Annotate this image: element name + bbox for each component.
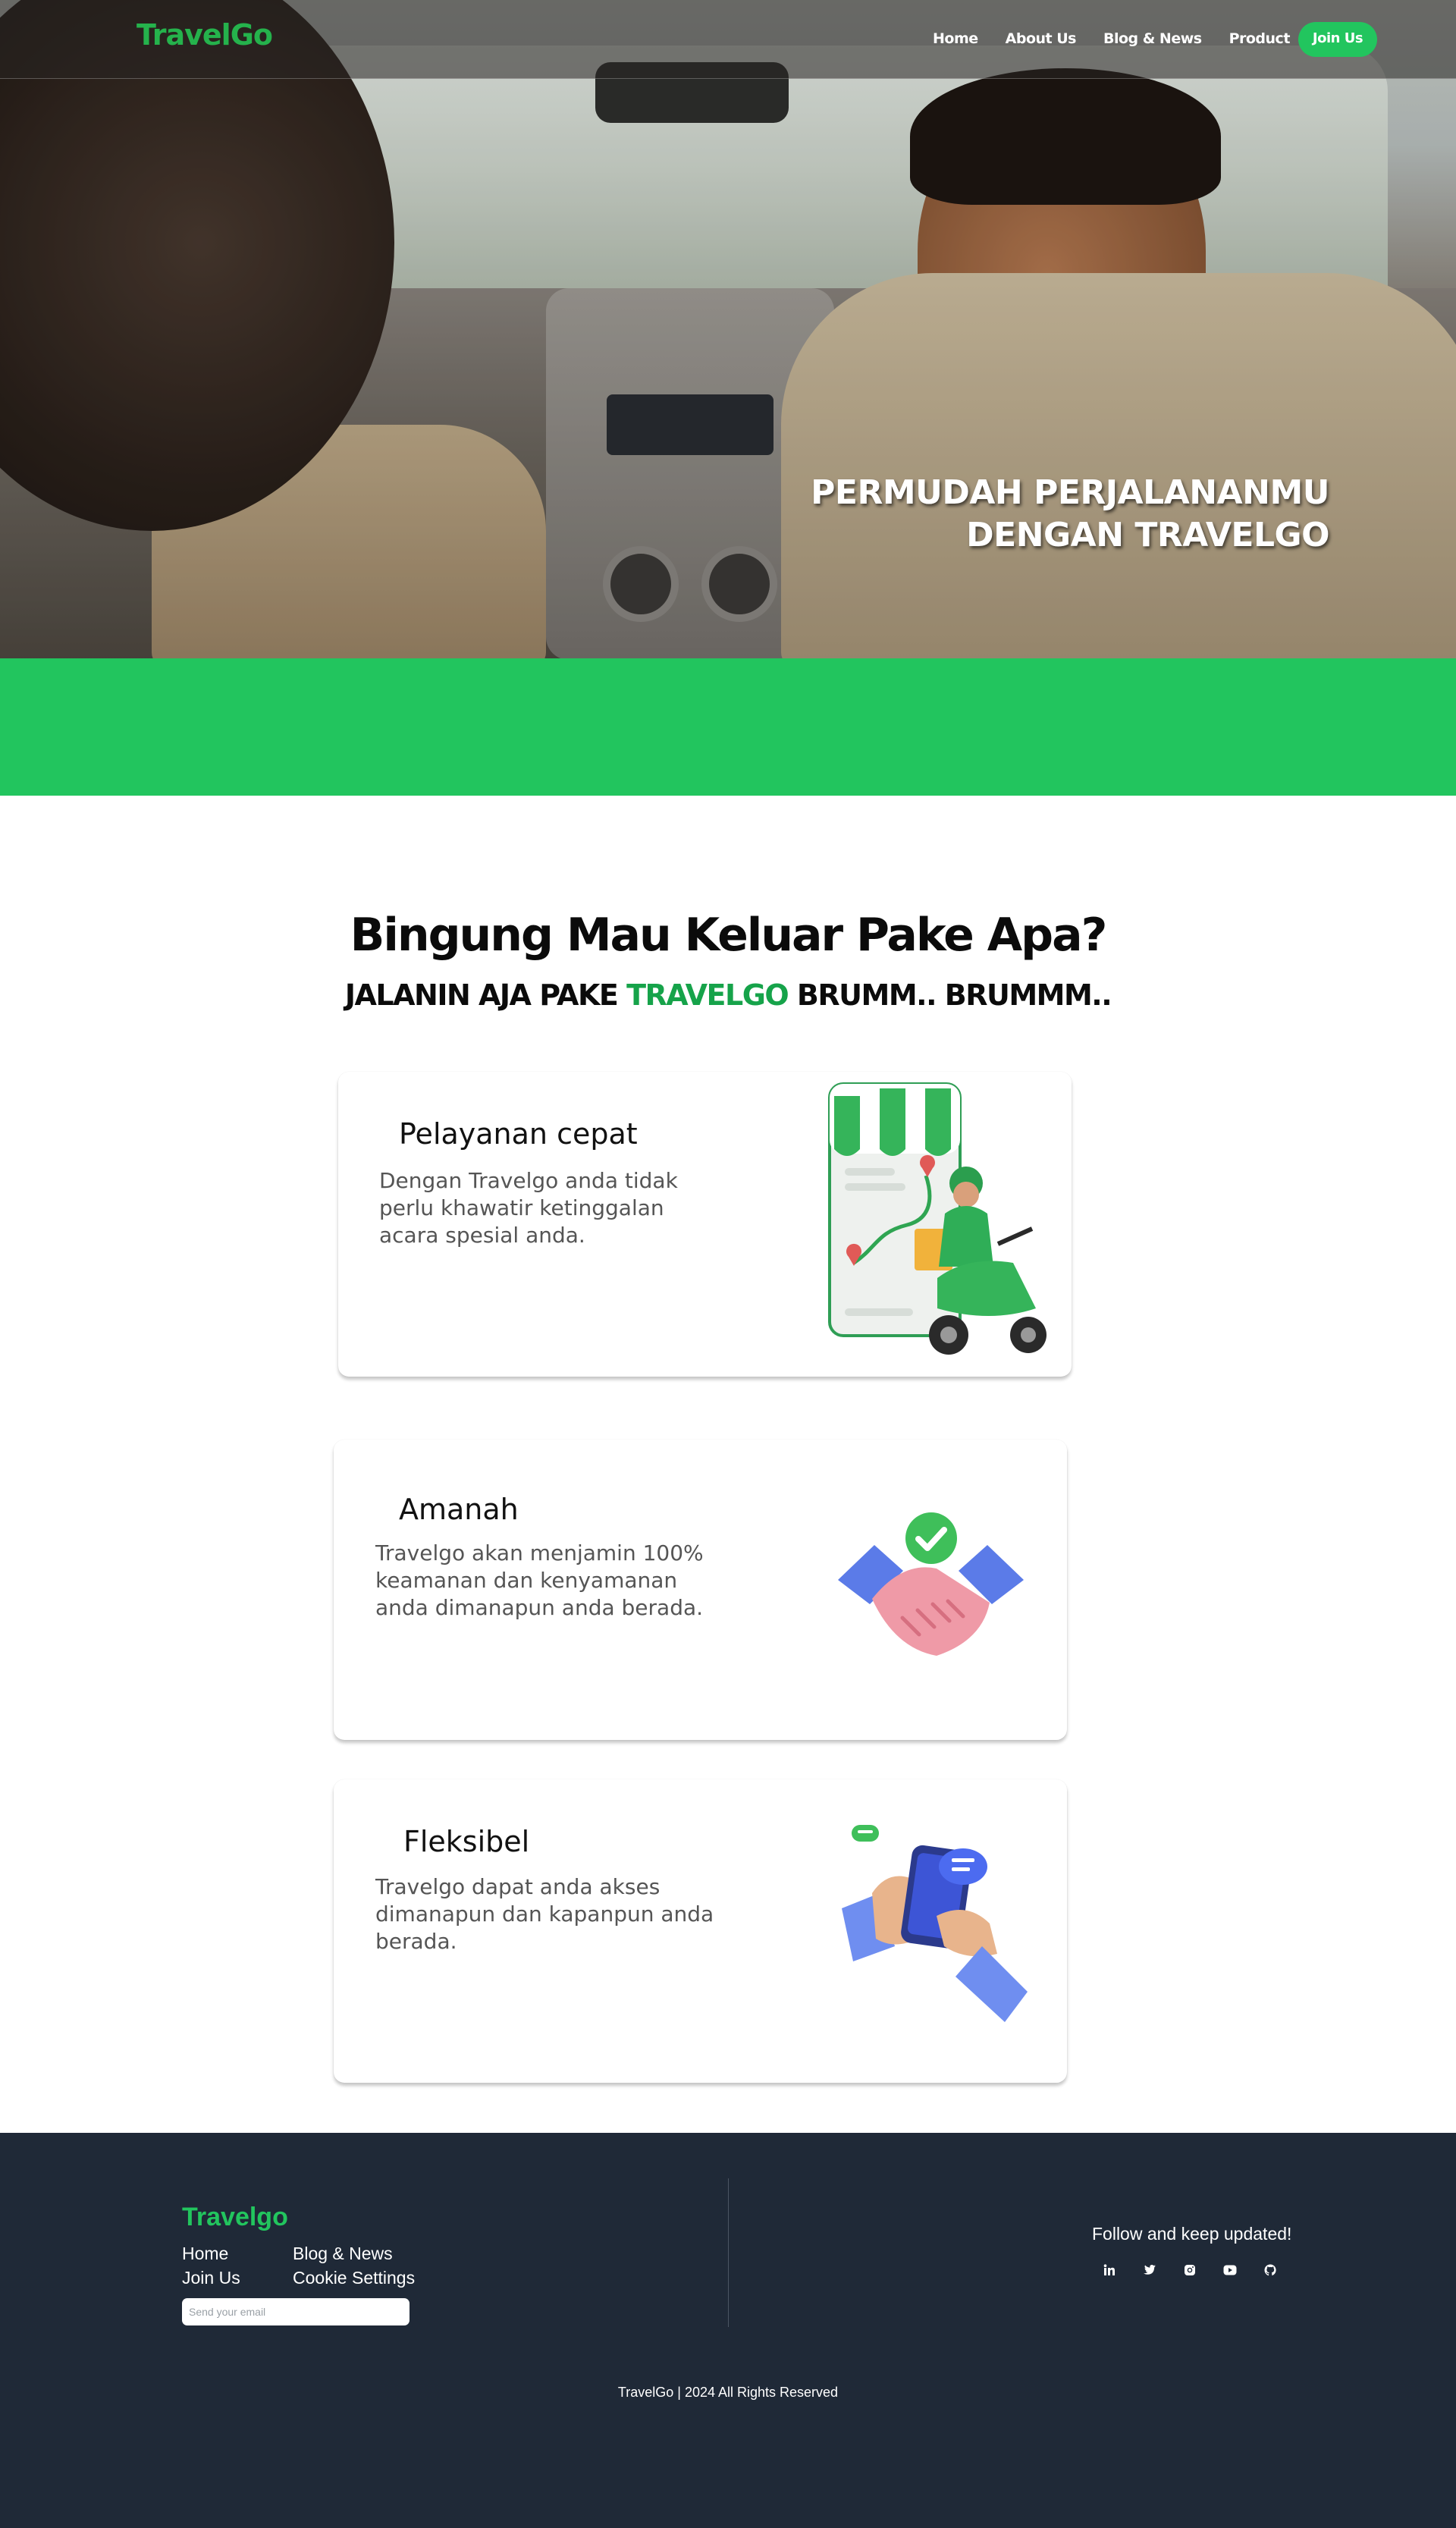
subtitle-accent: TRAVELGO [626, 978, 789, 1012]
footer-link-join-us[interactable]: Join Us [182, 2266, 293, 2289]
brand-logo[interactable]: TravelGo [136, 18, 273, 52]
hero-title-line: PERMUDAH PERJALANANMU [811, 473, 1329, 512]
footer-follow-text: Follow and keep updated! [1092, 2224, 1292, 2244]
feature-card-title: Pelayanan cepat [399, 1117, 638, 1151]
linkedin-icon[interactable] [1101, 2262, 1118, 2278]
feature-card-text: Dengan Travelgo anda tidak perlu khawati… [379, 1168, 678, 1248]
twitter-icon[interactable] [1141, 2262, 1158, 2278]
nav-link-product[interactable]: Product [1229, 30, 1291, 47]
subtitle-text: JALANIN AJA PAKE [344, 978, 627, 1012]
footer-copyright: TravelGo | 2024 All Rights Reserved [617, 2385, 839, 2400]
nav-links: Home About Us Blog & News Product [933, 30, 1290, 47]
github-icon[interactable] [1262, 2262, 1279, 2278]
section-title: Bingung Mau Keluar Pake Apa? [350, 909, 1108, 962]
feature-card-trustworthy: Amanah Travelgo akan menjamin 100% keama… [334, 1440, 1067, 1740]
join-us-button[interactable]: Join Us [1298, 22, 1377, 57]
hero-title: PERMUDAH PERJALANANMU DENGAN TRAVELGO [647, 472, 1329, 557]
footer-link-home[interactable]: Home [182, 2242, 293, 2265]
footer-brand[interactable]: Travelgo [182, 2203, 288, 2232]
footer-link-cookie-settings[interactable]: Cookie Settings [293, 2266, 415, 2289]
feature-card-title: Amanah [399, 1493, 519, 1526]
feature-card-text: Travelgo akan menjamin 100% keamanan dan… [375, 1540, 704, 1620]
footer-links: Home Blog & News Join Us Cookie Settings [182, 2242, 415, 2289]
feature-card-fast-service: Pelayanan cepat Dengan Travelgo anda tid… [338, 1072, 1072, 1377]
hand-phone-illustration-icon [842, 1825, 1028, 2022]
footer-divider [728, 2178, 729, 2327]
instagram-icon[interactable] [1181, 2262, 1198, 2278]
section-subtitle: JALANIN AJA PAKE TRAVELGO BRUMM.. BRUMMM… [0, 978, 1456, 1012]
handshake-check-illustration-icon [838, 1512, 1024, 1656]
nav-link-about-us[interactable]: About Us [1006, 30, 1077, 47]
footer-link-blog-news[interactable]: Blog & News [293, 2242, 415, 2265]
feature-card-title: Fleksibel [403, 1825, 530, 1858]
footer-email-input[interactable] [182, 2298, 410, 2325]
green-divider-band [0, 658, 1456, 796]
hero-title-line: DENGAN TRAVELGO [966, 516, 1329, 554]
hero-banner: PERMUDAH PERJALANANMU DENGAN TRAVELGO [0, 0, 1456, 658]
top-navbar: TravelGo Home About Us Blog & News Produ… [0, 0, 1456, 79]
nav-link-home[interactable]: Home [933, 30, 978, 47]
subtitle-text: BRUMM.. BRUMMM.. [788, 978, 1112, 1012]
hero-photo-overlay [0, 0, 1456, 658]
youtube-icon[interactable] [1222, 2262, 1238, 2278]
feature-card-flexible: Fleksibel Travelgo dapat anda akses dima… [334, 1779, 1067, 2083]
site-footer: Travelgo Home Blog & News Join Us Cookie… [0, 2133, 1456, 2528]
nav-link-blog-news[interactable]: Blog & News [1103, 30, 1202, 47]
feature-card-text: Travelgo dapat anda akses dimanapun dan … [375, 1874, 714, 1954]
delivery-scooter-illustration-icon [828, 1082, 1046, 1355]
social-icons [1101, 2262, 1279, 2278]
